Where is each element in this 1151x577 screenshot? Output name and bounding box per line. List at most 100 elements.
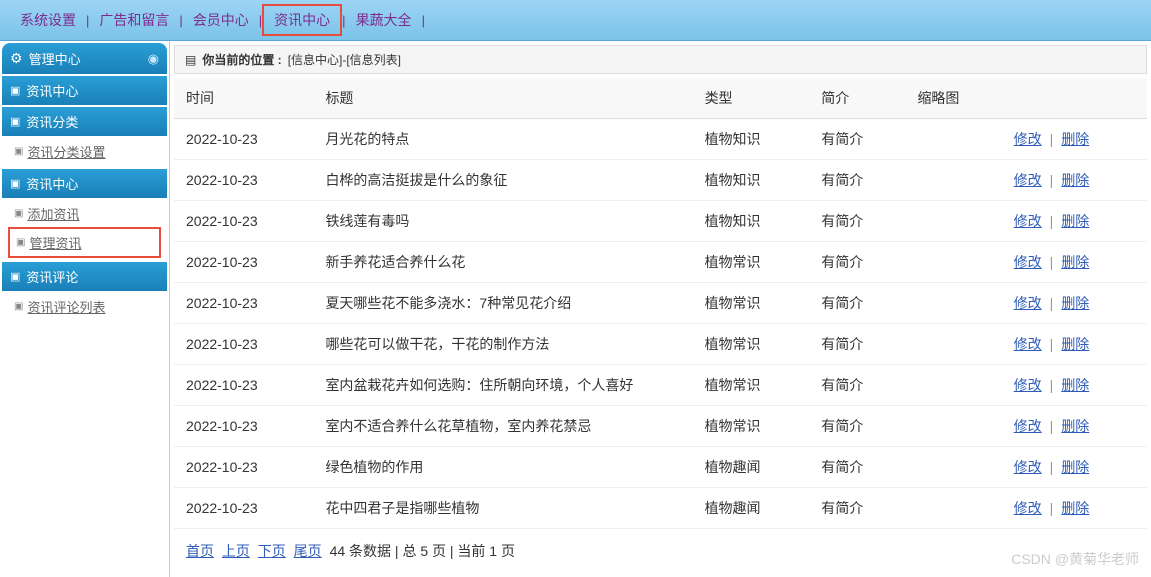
cell-time: 2022-10-23 xyxy=(174,406,313,447)
cell-type: 植物常识 xyxy=(693,283,810,324)
edit-link[interactable]: 修改 xyxy=(1014,459,1042,475)
breadcrumb-label: 你当前的位置 : xyxy=(202,51,281,68)
table-row: 2022-10-23哪些花可以做干花，干花的制作方法植物常识有简介 修改|删除 xyxy=(174,324,1147,365)
sidebar-item[interactable]: ▣添加资讯 xyxy=(8,200,161,227)
page-info: 44 条数据 | 总 5 页 | 当前 1 页 xyxy=(330,543,515,559)
top-nav-item[interactable]: 果蔬大全 xyxy=(346,6,422,34)
cell-actions: 修改|删除 xyxy=(1002,324,1147,365)
cell-intro: 有简介 xyxy=(809,242,905,283)
cell-time: 2022-10-23 xyxy=(174,283,313,324)
delete-link[interactable]: 删除 xyxy=(1061,377,1089,393)
cell-title: 铁线莲有毒吗 xyxy=(313,201,692,242)
sidebar-item[interactable]: ▣资讯评论列表 xyxy=(8,293,161,320)
action-sep: | xyxy=(1050,459,1054,475)
table-row: 2022-10-23绿色植物的作用植物趣闻有简介修改|删除 xyxy=(174,447,1147,488)
cell-thumb xyxy=(905,488,1001,529)
cell-title: 绿色植物的作用 xyxy=(313,447,692,488)
content-area: ▤ 你当前的位置 : [信息中心]-[信息列表] 时间标题类型简介缩略图 202… xyxy=(170,41,1151,577)
edit-link[interactable]: 修改 xyxy=(1014,418,1042,434)
cell-thumb xyxy=(905,160,1001,201)
delete-link[interactable]: 删除 xyxy=(1061,131,1089,147)
edit-link[interactable]: 修改 xyxy=(1014,254,1042,270)
cell-type: 植物常识 xyxy=(693,324,810,365)
cell-type: 植物知识 xyxy=(693,201,810,242)
edit-link[interactable]: 修改 xyxy=(1014,336,1042,352)
delete-link[interactable]: 删除 xyxy=(1061,172,1089,188)
page-prev[interactable]: 上页 xyxy=(222,543,250,559)
cell-actions: 修改 | 删除 xyxy=(1002,242,1147,283)
cell-type: 植物常识 xyxy=(693,242,810,283)
action-sep: | xyxy=(1050,418,1054,434)
cell-intro: 有简介 xyxy=(809,324,905,365)
action-sep: | xyxy=(1050,254,1054,270)
delete-link[interactable]: 删除 xyxy=(1061,336,1089,352)
top-nav-item[interactable]: 资讯中心 xyxy=(262,4,342,36)
sidebar-link[interactable]: 资讯分类设置 xyxy=(27,142,105,161)
action-sep: | xyxy=(1050,377,1054,393)
cell-thumb xyxy=(905,324,1001,365)
cell-title: 白桦的高洁挺拔是什么的象征 xyxy=(313,160,692,201)
edit-link[interactable]: 修改 xyxy=(1014,213,1042,229)
sidebar-main-header[interactable]: ⚙ 管理中心 ◉ xyxy=(2,43,167,74)
cell-actions: 修改 | 删除 xyxy=(1002,119,1147,160)
sidebar-section-title[interactable]: ▣资讯评论 xyxy=(2,262,167,291)
action-sep: | xyxy=(1050,131,1054,147)
cell-thumb xyxy=(905,283,1001,324)
cell-title: 月光花的特点 xyxy=(313,119,692,160)
edit-link[interactable]: 修改 xyxy=(1014,172,1042,188)
cell-actions: 修改 | 删除 xyxy=(1002,447,1147,488)
cell-time: 2022-10-23 xyxy=(174,201,313,242)
delete-link[interactable]: 删除 xyxy=(1061,459,1089,475)
cell-time: 2022-10-23 xyxy=(174,447,313,488)
page-next[interactable]: 下页 xyxy=(258,543,286,559)
box-icon: ▣ xyxy=(10,115,20,128)
cell-title: 花中四君子是指哪些植物 xyxy=(313,488,692,529)
cell-title: 夏天哪些花不能多浇水：7种常见花介绍 xyxy=(313,283,692,324)
sidebar-item[interactable]: ▣资讯分类设置 xyxy=(8,138,161,165)
edit-link[interactable]: 修改 xyxy=(1014,500,1042,516)
sidebar-link[interactable]: 管理资讯 xyxy=(29,233,81,252)
cell-time: 2022-10-23 xyxy=(174,324,313,365)
table-header: 时间 xyxy=(174,78,313,119)
edit-link[interactable]: 修改 xyxy=(1014,377,1042,393)
sidebar-item[interactable]: ▣管理资讯 xyxy=(8,227,161,258)
sidebar-section-title[interactable]: ▣资讯中心 xyxy=(2,76,167,105)
delete-link[interactable]: 删除 xyxy=(1061,254,1089,270)
sidebar-section-title[interactable]: ▣资讯分类 xyxy=(2,107,167,136)
page-last[interactable]: 尾页 xyxy=(294,543,322,559)
delete-link[interactable]: 删除 xyxy=(1061,213,1089,229)
box-icon: ▣ xyxy=(10,84,20,97)
table-row: 2022-10-23花中四君子是指哪些植物植物趣闻有简介修改|删除 xyxy=(174,488,1147,529)
sidebar-section-title[interactable]: ▣资讯中心 xyxy=(2,169,167,198)
cell-title: 哪些花可以做干花，干花的制作方法 xyxy=(313,324,692,365)
cell-type: 植物知识 xyxy=(693,160,810,201)
box-icon: ▣ xyxy=(10,270,20,283)
delete-link[interactable]: 删除 xyxy=(1061,418,1089,434)
cell-thumb xyxy=(905,201,1001,242)
top-nav-item[interactable]: 系统设置 xyxy=(10,6,86,34)
top-nav-item[interactable]: 广告和留言 xyxy=(89,6,179,34)
delete-link[interactable]: 删除 xyxy=(1061,295,1089,311)
sidebar-link[interactable]: 资讯评论列表 xyxy=(27,297,105,316)
delete-link[interactable]: 删除 xyxy=(1061,500,1089,516)
cell-actions: 修改|删除 xyxy=(1002,488,1147,529)
table-header: 标题 xyxy=(313,78,692,119)
watermark: CSDN @黄菊华老师 xyxy=(1011,549,1139,569)
cell-type: 植物常识 xyxy=(693,406,810,447)
cell-type: 植物知识 xyxy=(693,119,810,160)
sidebar-main-title: 管理中心 xyxy=(29,49,81,68)
cell-time: 2022-10-23 xyxy=(174,160,313,201)
table-header: 简介 xyxy=(809,78,905,119)
cell-thumb xyxy=(905,447,1001,488)
collapse-icon: ◉ xyxy=(148,51,159,67)
cell-thumb xyxy=(905,406,1001,447)
cell-thumb xyxy=(905,119,1001,160)
action-sep: | xyxy=(1050,213,1054,229)
edit-link[interactable]: 修改 xyxy=(1014,131,1042,147)
cell-actions: 修改 | 删除 xyxy=(1002,365,1147,406)
sidebar-link[interactable]: 添加资讯 xyxy=(27,204,79,223)
table-row: 2022-10-23室内不适合养什么花草植物，室内养花禁忌植物常识有简介修改|删… xyxy=(174,406,1147,447)
page-first[interactable]: 首页 xyxy=(186,543,214,559)
top-nav-item[interactable]: 会员中心 xyxy=(183,6,259,34)
edit-link[interactable]: 修改 xyxy=(1014,295,1042,311)
